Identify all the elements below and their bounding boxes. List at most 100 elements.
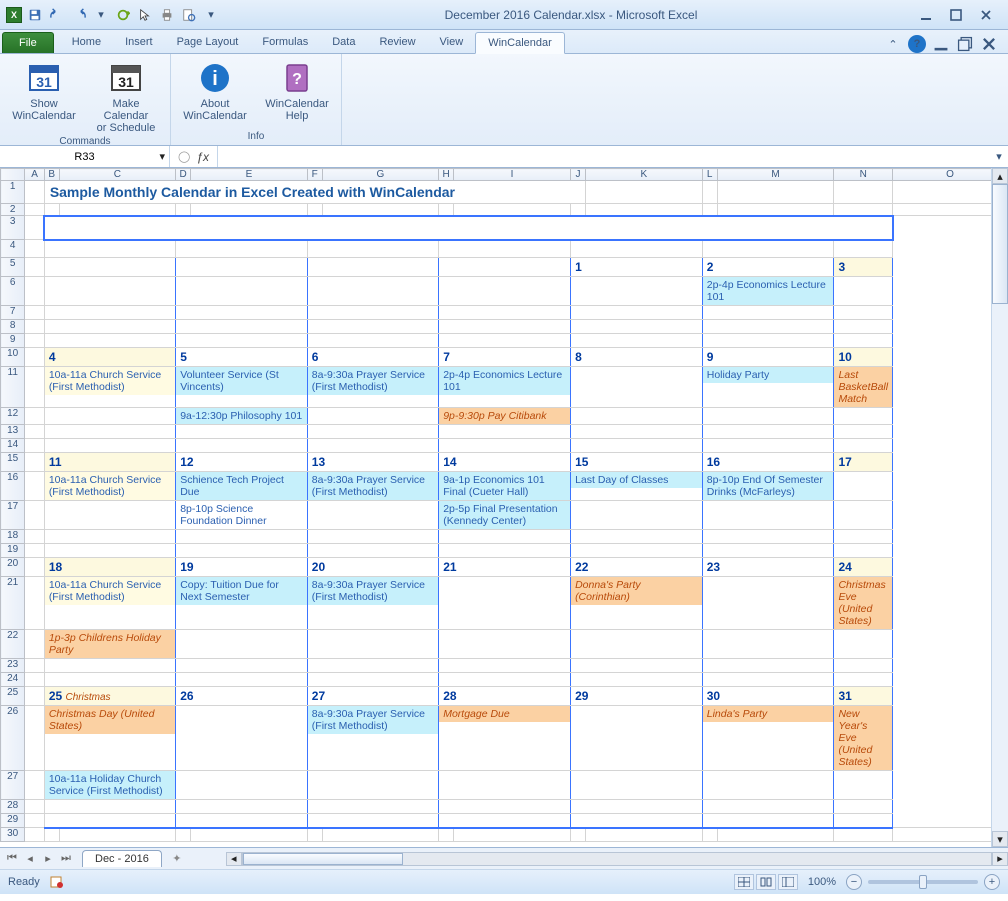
close-button[interactable] [976,7,996,23]
cell[interactable] [176,828,191,842]
calendar-cell[interactable] [439,814,571,828]
cell[interactable] [834,828,893,842]
calendar-cell[interactable]: 8a-9:30a Prayer Service (First Methodist… [307,706,438,771]
row-header[interactable]: 15 [1,453,25,472]
sheet-nav-prev-icon[interactable]: ◂ [22,851,38,867]
zoom-in-icon[interactable]: + [984,874,1000,890]
calendar-cell[interactable]: 21 [439,558,571,577]
calendar-cell[interactable]: 1 [571,258,703,277]
calendar-cell[interactable]: 15 [571,453,703,472]
calendar-cell[interactable]: 3 [834,258,893,277]
calendar-cell[interactable]: 7 [439,348,571,367]
calendar-cell[interactable] [834,306,893,320]
vertical-scrollbar[interactable]: ▴ ▾ [991,168,1008,847]
calendar-cell[interactable]: 27 [307,687,438,706]
scroll-down-icon[interactable]: ▾ [992,831,1008,847]
calendar-cell[interactable]: 2p-4p Economics Lecture 101 [439,367,571,408]
calendar-cell[interactable]: 9 [702,348,834,367]
calendar-cell[interactable] [307,334,438,348]
calendar-title[interactable]: December 2016 [44,216,892,240]
calendar-cell[interactable]: 9p-9:30p Pay Citibank [439,408,571,425]
calendar-cell[interactable] [307,544,438,558]
row-header[interactable]: 11 [1,367,25,408]
cell[interactable] [25,828,44,842]
row-header[interactable]: 20 [1,558,25,577]
col-header-N[interactable]: N [834,169,893,181]
weekday-header[interactable]: Saturday [834,240,893,258]
calendar-cell[interactable] [702,673,834,687]
calendar-cell[interactable] [44,800,175,814]
calendar-cell[interactable] [176,306,308,320]
select-all-corner[interactable] [1,169,25,181]
doc-close-icon[interactable] [980,35,998,53]
qat-refresh-icon[interactable] [114,6,132,24]
row-header[interactable]: 25 [1,687,25,706]
qat-dropdown2-icon[interactable]: ▾ [202,6,220,24]
view-normal-icon[interactable] [734,874,754,890]
cell[interactable] [702,828,717,842]
calendar-cell[interactable]: 30 [702,687,834,706]
qat-redo-icon[interactable] [70,6,88,24]
calendar-cell[interactable]: 5 [176,348,308,367]
calendar-cell[interactable]: 2 [702,258,834,277]
calendar-cell[interactable] [307,320,438,334]
calendar-cell[interactable] [439,334,571,348]
calendar-cell[interactable] [44,530,175,544]
calendar-cell[interactable]: 2p-4p Economics Lecture 101 [702,277,834,306]
calendar-cell[interactable] [439,630,571,659]
calendar-cell[interactable] [44,408,175,425]
row-header[interactable]: 8 [1,320,25,334]
calendar-cell[interactable]: Last Day of Classes [571,472,703,501]
calendar-cell[interactable] [834,277,893,306]
qat-save-icon[interactable] [26,6,44,24]
calendar-cell[interactable] [176,771,308,800]
about-wc-button[interactable]: iAboutWinCalendar [179,58,251,122]
calendar-cell[interactable] [702,771,834,800]
calendar-cell[interactable] [307,425,438,439]
wc-help-button[interactable]: ?WinCalendarHelp [261,58,333,122]
cell[interactable] [454,204,571,216]
calendar-cell[interactable] [571,673,703,687]
calendar-cell[interactable] [44,258,175,277]
make-cal-button[interactable]: 31Make Calendaror Schedule [90,58,162,134]
calendar-cell[interactable] [307,408,438,425]
calendar-cell[interactable] [571,439,703,453]
calendar-cell[interactable]: New Year's Eve (United States) [834,706,893,771]
calendar-cell[interactable]: Christmas Eve (United States) [834,577,893,630]
tab-view[interactable]: View [428,32,476,53]
calendar-cell[interactable]: Schience Tech Project Due [176,472,308,501]
calendar-cell[interactable] [571,771,703,800]
calendar-cell[interactable] [571,630,703,659]
calendar-cell[interactable] [702,659,834,673]
horizontal-scrollbar[interactable]: ◂ ▸ [226,851,1008,867]
calendar-cell[interactable] [571,306,703,320]
worksheet-area[interactable]: ABCDEFGHIJKLMNO1Sample Monthly Calendar … [0,168,1008,848]
calendar-cell[interactable]: 11 [44,453,175,472]
weekday-header[interactable]: Tuesday [307,240,438,258]
calendar-cell[interactable]: 8 [571,348,703,367]
col-header-H[interactable]: H [439,169,454,181]
calendar-cell[interactable]: 17 [834,453,893,472]
calendar-cell[interactable] [307,306,438,320]
calendar-cell[interactable] [834,320,893,334]
qat-cursor-icon[interactable] [136,6,154,24]
calendar-cell[interactable] [176,800,308,814]
col-header-F[interactable]: F [307,169,322,181]
row-header[interactable]: 23 [1,659,25,673]
row-header[interactable]: 16 [1,472,25,501]
calendar-cell[interactable] [834,673,893,687]
scroll-right-icon[interactable]: ▸ [992,852,1008,866]
tab-formulas[interactable]: Formulas [250,32,320,53]
fx-icon[interactable]: ƒx [196,150,209,164]
row-header[interactable]: 30 [1,828,25,842]
formula-expand-icon[interactable]: ▾ [990,150,1008,163]
calendar-cell[interactable]: 2p-5p Final Presentation (Kennedy Center… [439,501,571,530]
tab-wincalendar[interactable]: WinCalendar [475,32,565,54]
calendar-cell[interactable] [439,425,571,439]
calendar-cell[interactable]: 10a-11a Holiday Church Service (First Me… [44,771,175,800]
cell[interactable] [25,204,44,216]
tab-page-layout[interactable]: Page Layout [165,32,251,53]
zoom-out-icon[interactable]: − [846,874,862,890]
sheet-tab-active[interactable]: Dec - 2016 [82,850,162,867]
calendar-cell[interactable]: Christmas Day (United States) [44,706,175,771]
